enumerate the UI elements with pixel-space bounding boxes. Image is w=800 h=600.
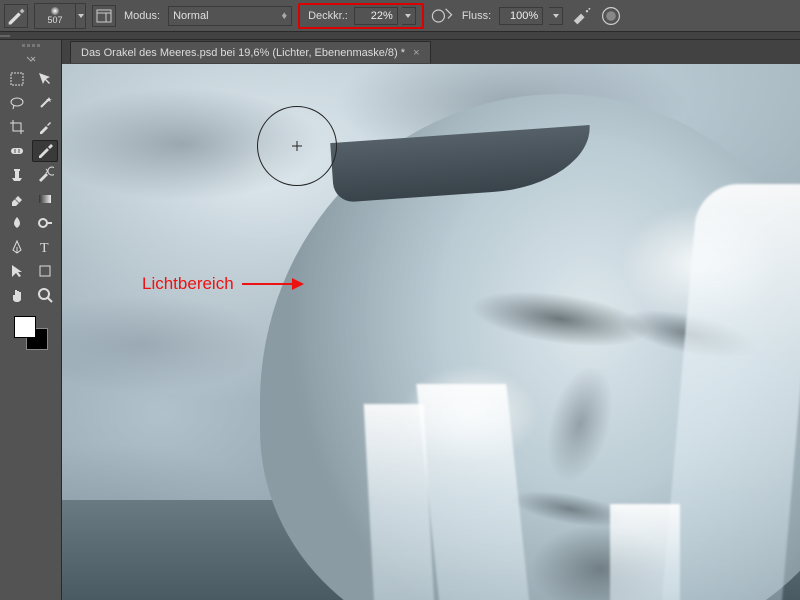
panel-grip[interactable] [11, 44, 51, 50]
history-brush-tool[interactable] [32, 164, 58, 186]
expand-toggle[interactable] [25, 54, 37, 64]
magic-wand-tool[interactable] [32, 92, 58, 114]
opacity-label: Deckkr.: [308, 10, 348, 22]
brush-preset-dropdown[interactable] [76, 3, 86, 29]
airbrush-icon [569, 4, 593, 28]
type-tool[interactable]: T [32, 236, 58, 258]
panel-icon [96, 9, 112, 23]
document-tabs: Das Orakel des Meeres.psd bei 19,6% (Lic… [62, 40, 800, 64]
document-area: Das Orakel des Meeres.psd bei 19,6% (Lic… [62, 40, 800, 600]
blur-tool[interactable] [4, 212, 30, 234]
brush-size-value: 507 [47, 15, 62, 25]
close-icon[interactable]: × [413, 47, 419, 59]
chevron-down-icon [553, 14, 559, 18]
mode-label: Modus: [124, 10, 160, 22]
annotation: Lichtbereich [142, 274, 302, 294]
tool-preset-button[interactable] [4, 4, 28, 28]
tablet-size-icon [599, 4, 623, 28]
lasso-tool[interactable] [4, 92, 30, 114]
flow-dropdown[interactable] [549, 7, 563, 25]
opacity-input[interactable]: 22% [354, 7, 398, 25]
chevron-down-icon [405, 14, 411, 18]
gradient-tool[interactable] [32, 188, 58, 210]
foreground-color[interactable] [14, 316, 36, 338]
brush-tool[interactable] [32, 140, 58, 162]
brush-icon [5, 5, 27, 27]
color-swatches[interactable] [12, 314, 50, 352]
zoom-tool[interactable] [32, 284, 58, 306]
annotation-text: Lichtbereich [142, 274, 234, 294]
brush-tip-icon [51, 7, 59, 15]
tablet-pressure-size-button[interactable] [599, 5, 623, 27]
crop-tool[interactable] [4, 116, 30, 138]
opacity-dropdown[interactable] [402, 7, 416, 25]
dodge-tool[interactable] [32, 212, 58, 234]
marquee-tool[interactable] [4, 68, 30, 90]
document-tab[interactable]: Das Orakel des Meeres.psd bei 19,6% (Lic… [70, 41, 431, 63]
brush-cursor [257, 106, 337, 186]
eyedropper-tool[interactable] [32, 116, 58, 138]
tablet-pressure-opacity-button[interactable] [430, 5, 454, 27]
path-selection-tool[interactable] [4, 260, 30, 282]
opacity-group-highlighted: Deckkr.: 22% [298, 3, 424, 29]
tools-panel: T [0, 40, 62, 600]
brush-panel-toggle[interactable] [92, 5, 116, 27]
clone-stamp-tool[interactable] [4, 164, 30, 186]
flow-input[interactable]: 100% [499, 7, 543, 25]
blend-mode-value: Normal [173, 10, 208, 22]
svg-text:T: T [40, 241, 49, 256]
arrow-icon [242, 283, 302, 285]
move-tool[interactable] [32, 68, 58, 90]
chevron-down-icon [78, 14, 84, 18]
healing-brush-tool[interactable] [4, 140, 30, 162]
blend-mode-select[interactable]: Normal ♦ [168, 6, 292, 26]
hand-tool[interactable] [4, 284, 30, 306]
pen-tool[interactable] [4, 236, 30, 258]
panel-strip [0, 32, 800, 40]
tablet-opacity-icon [430, 4, 454, 28]
airbrush-button[interactable] [569, 5, 593, 27]
flow-label: Fluss: [462, 10, 491, 22]
brush-preview[interactable]: 507 [34, 3, 76, 29]
eraser-tool[interactable] [4, 188, 30, 210]
document-tab-title: Das Orakel des Meeres.psd bei 19,6% (Lic… [81, 47, 405, 59]
options-bar: 507 Modus: Normal ♦ Deckkr.: 22% Fluss: … [0, 0, 800, 32]
artwork [62, 64, 800, 600]
shape-tool[interactable] [32, 260, 58, 282]
canvas[interactable]: Lichtbereich [62, 64, 800, 600]
